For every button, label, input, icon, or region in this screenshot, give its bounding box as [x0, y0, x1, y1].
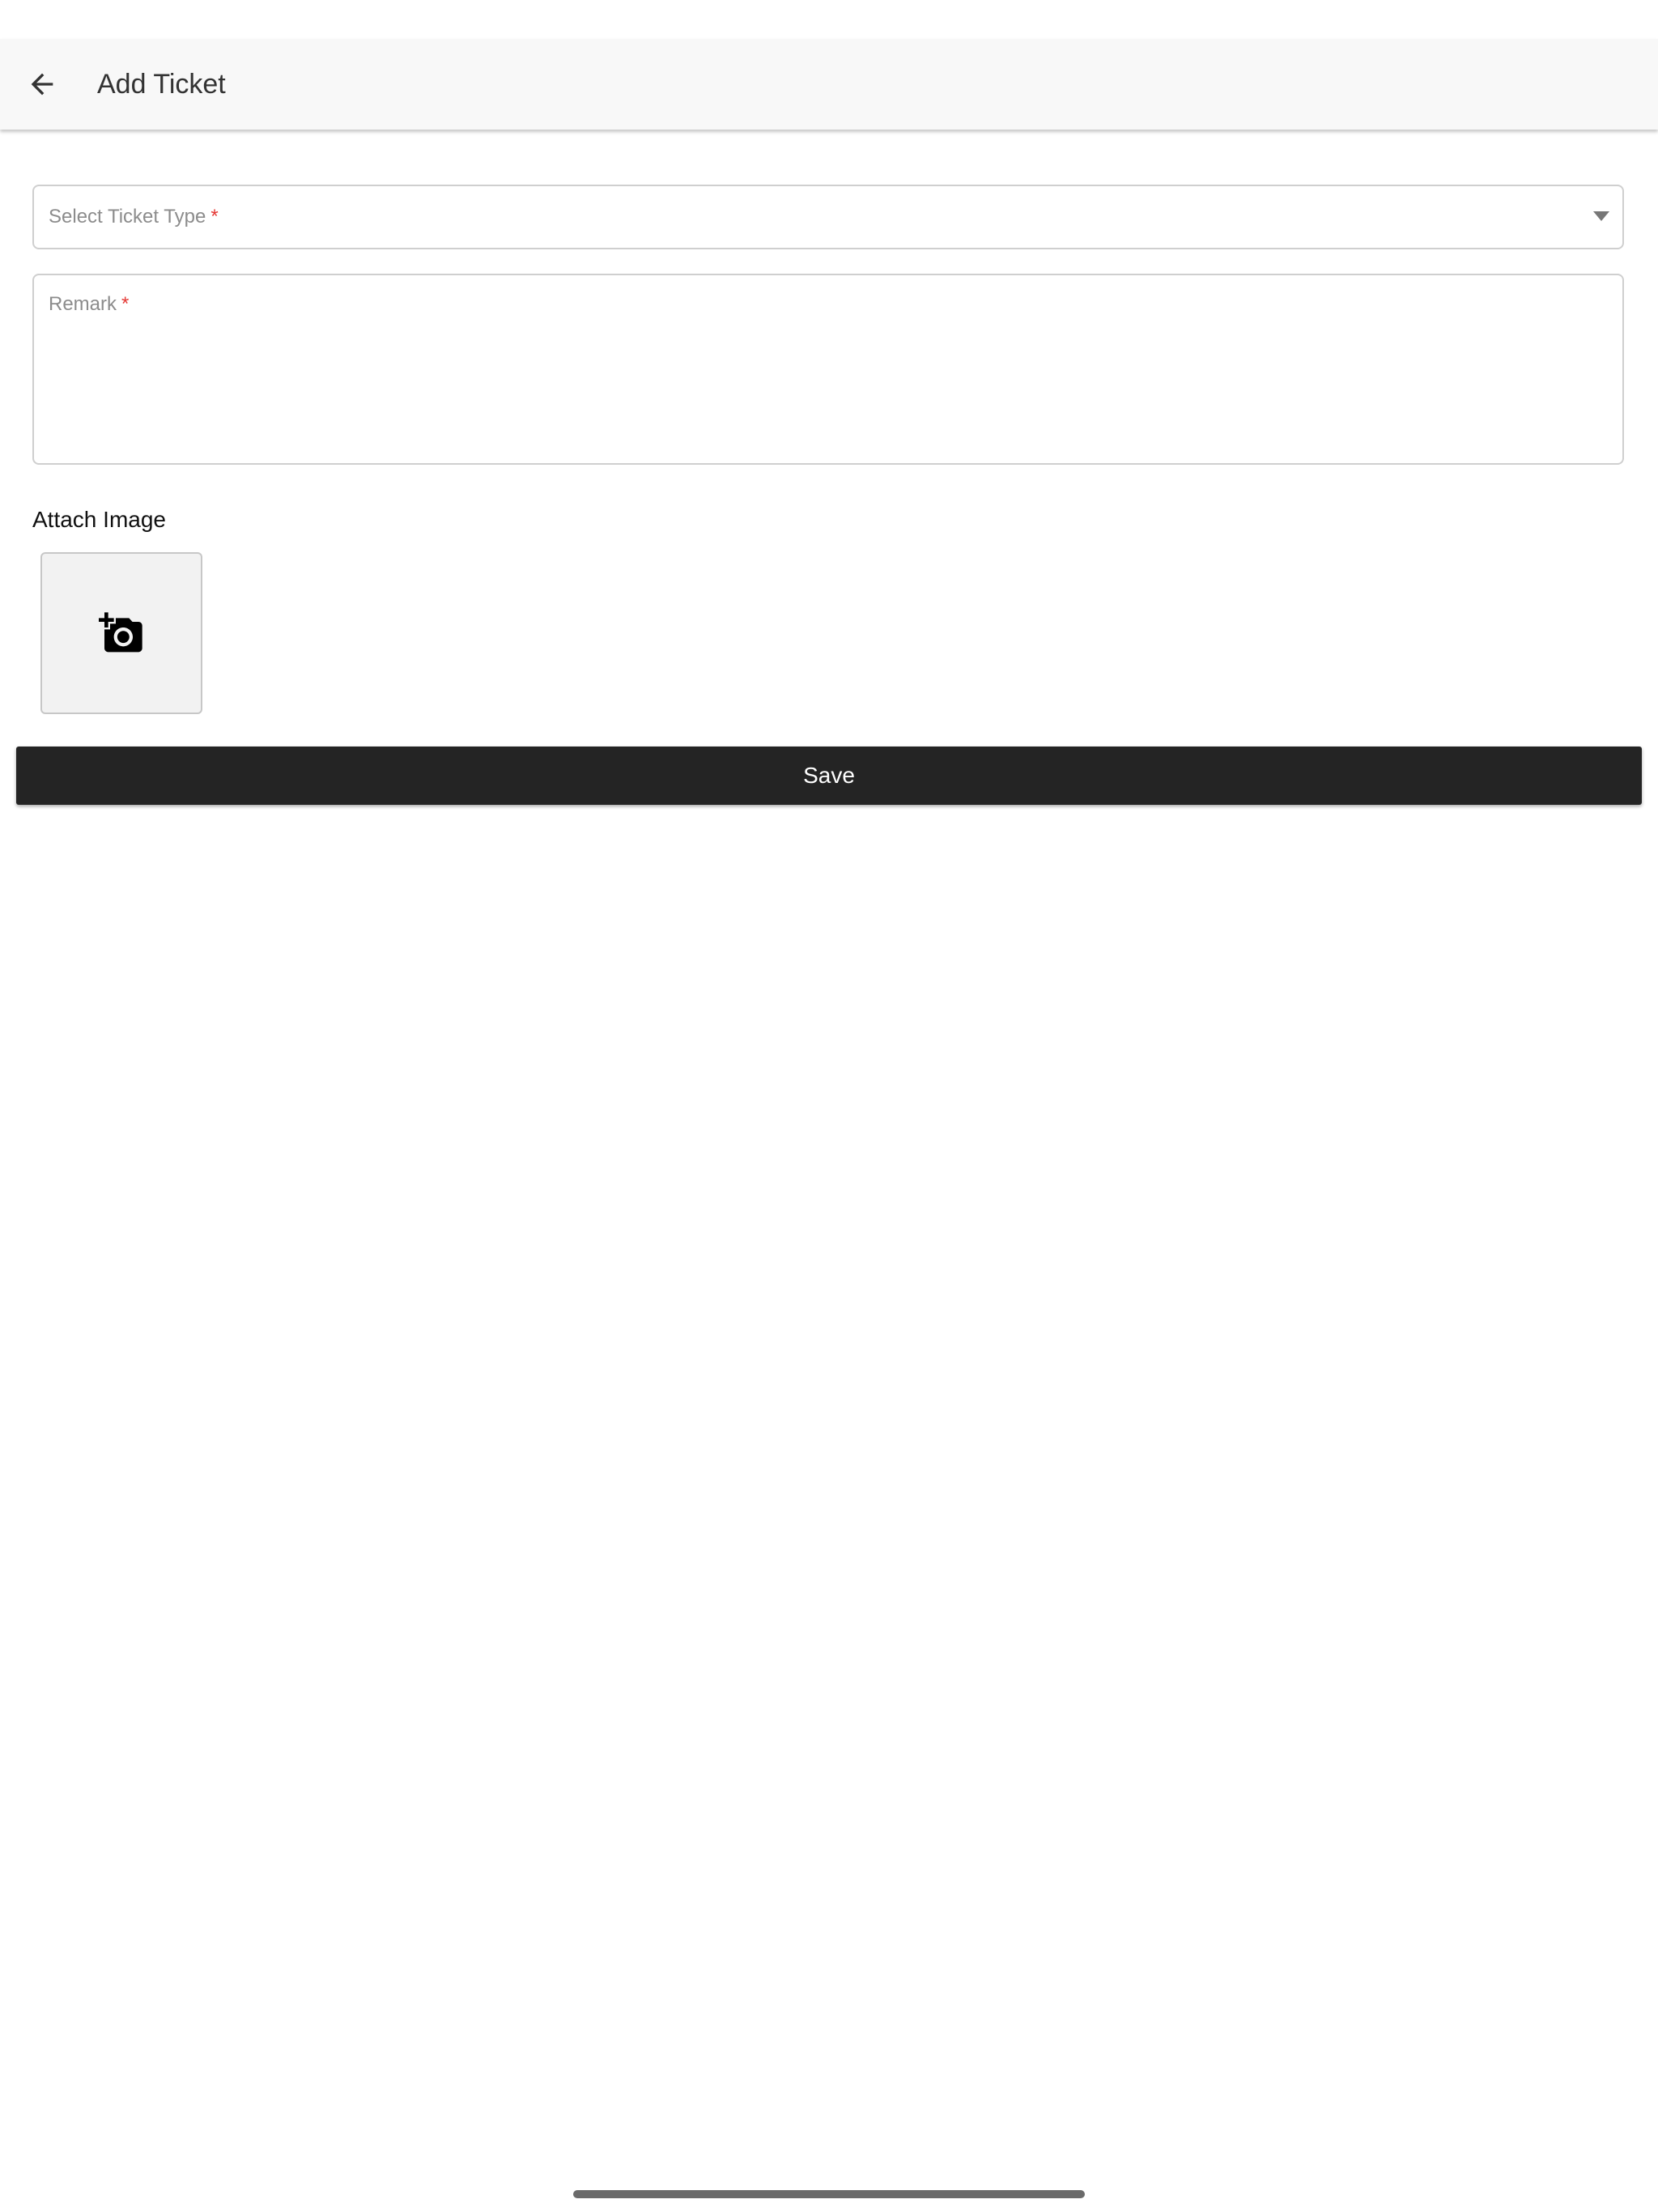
required-mark: * — [121, 293, 130, 315]
app-bar: Add Ticket — [0, 39, 1658, 130]
add-ticket-screen: Add Ticket Select Ticket Type * Remark * A… — [0, 0, 1658, 2212]
add-photo-icon — [99, 612, 142, 653]
attach-image-label: Attach Image — [32, 507, 166, 532]
ticket-type-select[interactable]: Select Ticket Type * — [32, 185, 1624, 249]
remark-label: Remark * — [49, 293, 130, 315]
attach-image-button[interactable] — [40, 552, 202, 714]
remark-field[interactable]: Remark * — [32, 274, 1624, 465]
back-button[interactable] — [13, 55, 71, 113]
remark-input[interactable] — [49, 324, 1606, 457]
ticket-type-label: Select Ticket Type * — [49, 206, 219, 228]
arrow-left-icon — [31, 73, 53, 96]
page-title: Add Ticket — [97, 69, 226, 100]
required-mark: * — [210, 206, 219, 228]
home-indicator[interactable] — [573, 2190, 1085, 2198]
save-button[interactable]: Save — [16, 747, 1642, 805]
dropdown-arrow-icon[interactable] — [1593, 211, 1609, 221]
